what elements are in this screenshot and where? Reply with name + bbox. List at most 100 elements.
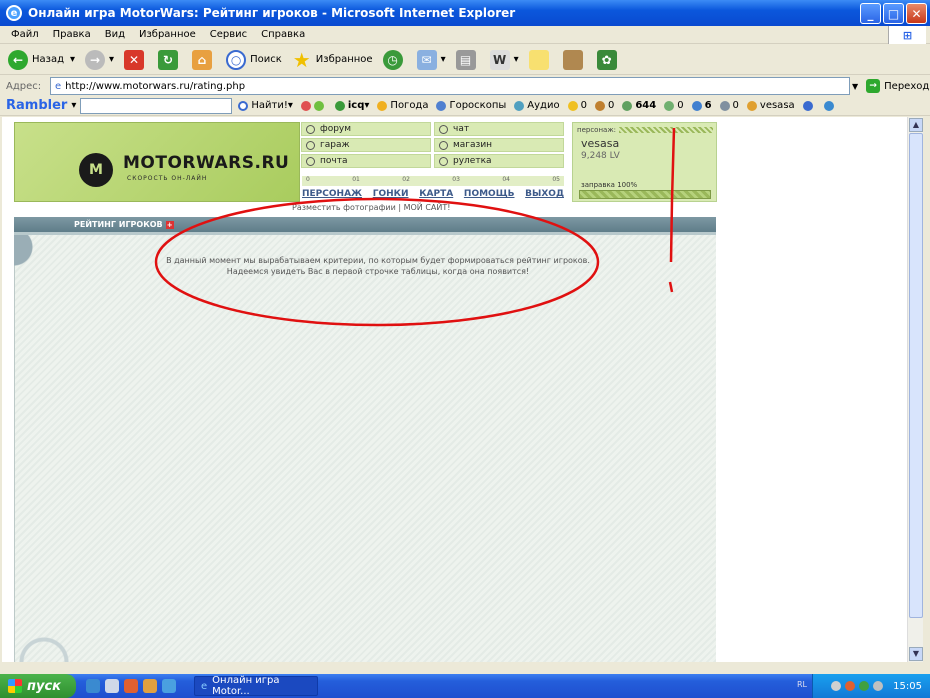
desktop-quicklaunch-icon[interactable] bbox=[105, 679, 119, 693]
menu-mail[interactable]: почта bbox=[301, 154, 431, 168]
research-button[interactable] bbox=[562, 49, 587, 70]
messenger-button[interactable]: ✿ bbox=[596, 49, 621, 70]
settings-button[interactable] bbox=[802, 100, 816, 111]
menu-view[interactable]: Вид bbox=[98, 29, 132, 40]
menu-edit[interactable]: Правка bbox=[46, 29, 98, 40]
rambler-highlight-button[interactable] bbox=[300, 100, 327, 111]
tray-icon[interactable] bbox=[873, 681, 884, 691]
envelope-icon bbox=[306, 156, 315, 166]
address-input[interactable]: e http://www.motorwars.ru/rating.php bbox=[50, 77, 850, 95]
menu-file[interactable]: Файл bbox=[4, 29, 46, 40]
windows-flag-icon bbox=[8, 679, 22, 693]
discuss-button[interactable] bbox=[528, 49, 553, 70]
weather-button[interactable]: Погода bbox=[377, 100, 428, 111]
scroll-thumb[interactable] bbox=[909, 133, 923, 618]
menu-shop[interactable]: магазин bbox=[434, 138, 564, 152]
logo-mark-icon: M bbox=[79, 153, 113, 187]
back-arrow-icon: ← bbox=[8, 49, 28, 70]
close-button[interactable]: ✕ bbox=[906, 3, 927, 24]
icq-button[interactable]: icq ▾ bbox=[334, 100, 369, 111]
site-logo[interactable]: M MOTORWARS.RU СКОРОСТЬ ОН-ЛАЙН bbox=[14, 122, 300, 202]
help-button[interactable] bbox=[823, 100, 837, 111]
print-button[interactable]: ▤ bbox=[455, 49, 480, 70]
audio-button[interactable]: Аудио bbox=[514, 100, 560, 111]
counter-6[interactable]: 0 bbox=[719, 100, 739, 111]
windows-logo-icon: ⊞ bbox=[888, 26, 926, 44]
mail-button[interactable]: ✉ ▾ bbox=[416, 49, 446, 70]
header-stripe bbox=[619, 127, 713, 133]
refresh-button[interactable]: ↻ bbox=[158, 49, 182, 70]
rating-message: В данный момент мы вырабатываем критерии… bbox=[166, 256, 590, 276]
tray-icon[interactable] bbox=[845, 681, 856, 691]
taskbar-ie-window[interactable]: e Онлайн игра Motor... bbox=[194, 675, 318, 697]
stop-icon: ✕ bbox=[124, 49, 145, 70]
forum-icon bbox=[306, 124, 315, 134]
language-indicator[interactable]: RL bbox=[797, 680, 807, 689]
counter-1[interactable]: 0 bbox=[567, 100, 587, 111]
nav-help[interactable]: ПОМОЩЬ bbox=[464, 189, 515, 201]
address-dropdown-icon[interactable]: ▼ bbox=[852, 82, 858, 91]
go-label: Переход bbox=[884, 80, 930, 92]
search-button[interactable]: ○ Поиск bbox=[226, 49, 282, 70]
stop-button[interactable]: ✕ bbox=[124, 49, 148, 70]
go-button[interactable]: → Переход bbox=[866, 79, 929, 93]
guest-counter-icon bbox=[719, 100, 730, 111]
back-button[interactable]: ← Назад ▾ bbox=[8, 49, 75, 70]
nav-exit[interactable]: ВЫХОД bbox=[525, 189, 564, 201]
rambler-logo[interactable]: Rambler bbox=[6, 98, 67, 113]
vertical-scrollbar[interactable]: ▲ ▼ bbox=[907, 117, 923, 662]
edit-button[interactable]: W ▾ bbox=[489, 49, 519, 70]
horoscopes-button[interactable]: Гороскопы bbox=[436, 100, 506, 111]
menu-favorites[interactable]: Избранное bbox=[132, 29, 203, 40]
star-icon: ★ bbox=[292, 47, 311, 72]
maximize-button[interactable]: □ bbox=[883, 3, 904, 24]
scroll-up-icon[interactable]: ▲ bbox=[909, 118, 923, 132]
minimize-button[interactable]: _ bbox=[860, 3, 881, 24]
menu-help[interactable]: Справка bbox=[254, 29, 312, 40]
user-menu[interactable]: vesasa bbox=[746, 100, 795, 111]
counter-4[interactable]: 0 bbox=[664, 100, 684, 111]
menu-forum[interactable]: форум bbox=[301, 122, 431, 136]
ie-task-icon: e bbox=[201, 680, 208, 692]
ruler-tick: 04 bbox=[502, 176, 510, 183]
menu-tools[interactable]: Сервис bbox=[203, 29, 254, 40]
help-icon bbox=[823, 100, 834, 111]
ie-quicklaunch-icon[interactable] bbox=[86, 679, 100, 693]
app2-quicklaunch-icon[interactable] bbox=[143, 679, 157, 693]
favorites-button[interactable]: ★ Избранное bbox=[292, 47, 373, 72]
quick-launch bbox=[86, 679, 176, 693]
rambler-search-input[interactable] bbox=[80, 97, 233, 114]
counter-5[interactable]: 6 bbox=[691, 100, 712, 111]
rambler-find-button[interactable]: Найти! ▾ bbox=[238, 100, 293, 111]
nav-map[interactable]: КАРТА bbox=[419, 189, 453, 201]
nav-character[interactable]: ПЕРСОНАЖ bbox=[302, 189, 362, 201]
counter-3-value: 644 bbox=[635, 100, 657, 111]
nav-races[interactable]: ГОНКИ bbox=[373, 189, 409, 201]
counter-3[interactable]: 644 bbox=[622, 100, 656, 111]
home-button[interactable]: ⌂ bbox=[192, 49, 216, 70]
messenger-icon: ✿ bbox=[596, 49, 617, 70]
scroll-down-icon[interactable]: ▼ bbox=[909, 647, 923, 661]
app-quicklaunch-icon[interactable] bbox=[124, 679, 138, 693]
icq-tray-icon[interactable] bbox=[859, 681, 870, 691]
sun-icon bbox=[377, 100, 388, 111]
window-titlebar: e Онлайн игра MotorWars: Рейтинг игроков… bbox=[0, 0, 930, 26]
photo-links[interactable]: Разместить фотографии | МОЙ САЙТ! bbox=[292, 203, 450, 212]
menu-roulette[interactable]: рулетка bbox=[434, 154, 564, 168]
character-header: персонаж: bbox=[577, 126, 616, 134]
home-icon: ⌂ bbox=[192, 49, 213, 70]
tray-icon[interactable] bbox=[831, 681, 842, 691]
logo-tagline: СКОРОСТЬ ОН-ЛАЙН bbox=[127, 175, 208, 182]
start-button[interactable]: пуск bbox=[0, 674, 76, 698]
fuel-label: заправка 100% bbox=[581, 181, 638, 189]
ruler-tick: 0 bbox=[306, 176, 310, 183]
app3-quicklaunch-icon[interactable] bbox=[162, 679, 176, 693]
system-tray: RL 15:05 bbox=[797, 674, 930, 698]
character-name[interactable]: vesasa bbox=[581, 137, 619, 150]
history-button[interactable]: ◷ bbox=[382, 49, 407, 70]
menu-chat[interactable]: чат bbox=[434, 122, 564, 136]
expand-plus-icon[interactable]: + bbox=[165, 220, 174, 229]
counter-2[interactable]: 0 bbox=[594, 100, 614, 111]
menu-garage[interactable]: гараж bbox=[301, 138, 431, 152]
forward-button[interactable]: → ▾ bbox=[85, 49, 114, 70]
